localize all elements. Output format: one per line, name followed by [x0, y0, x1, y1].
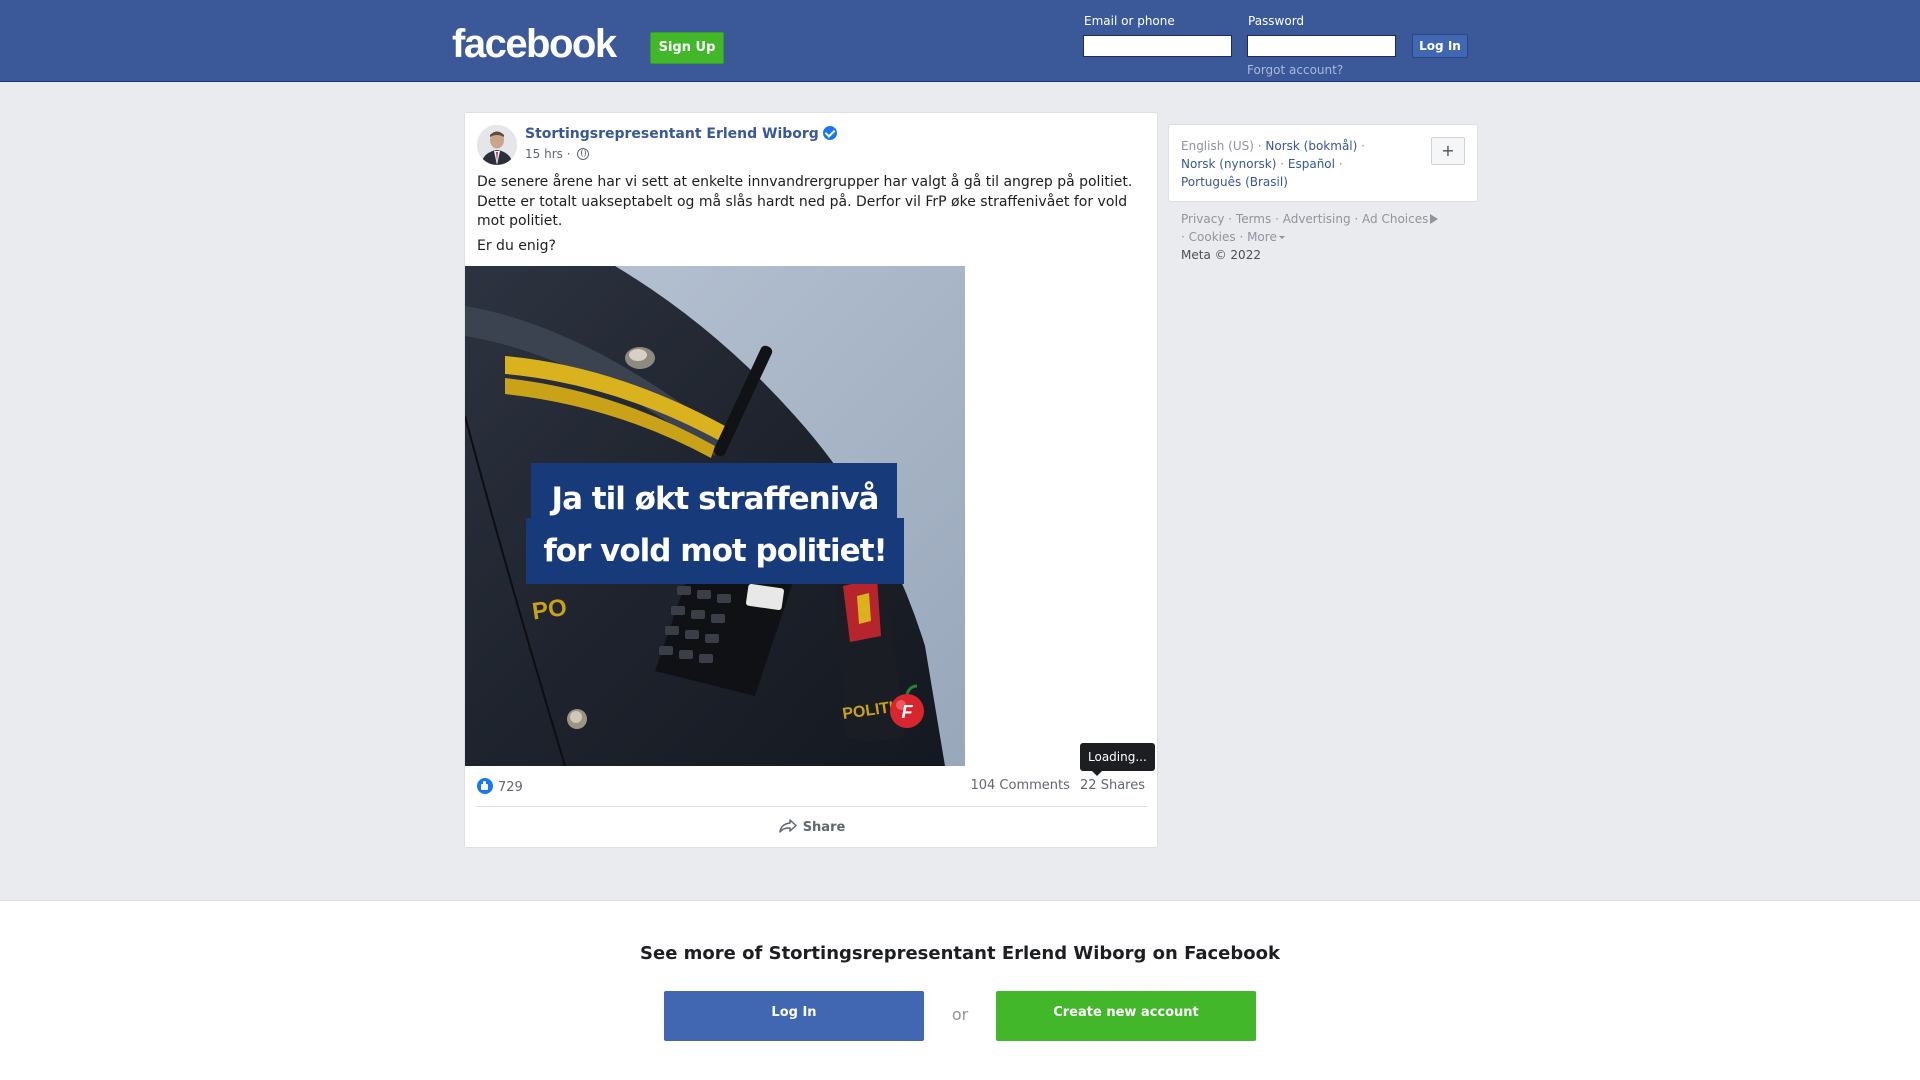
- post-paragraph: Er du enig?: [477, 237, 556, 254]
- loading-tooltip: Loading...: [1080, 743, 1155, 776]
- reaction-count[interactable]: 729: [498, 780, 523, 795]
- current-language: English (US): [1181, 139, 1254, 153]
- forgot-account-link[interactable]: Forgot account?: [1247, 63, 1343, 77]
- verified-badge-icon: [822, 126, 837, 140]
- comments-count[interactable]: 104 Comments: [970, 778, 1069, 793]
- post-image[interactable]: PO POLITI Ja til økt straffenivå for vol…: [465, 266, 965, 766]
- like-reaction-icon: [477, 778, 493, 794]
- footer-link-cookies[interactable]: Cookies: [1189, 230, 1236, 244]
- facebook-logo[interactable]: facebook: [452, 22, 617, 67]
- caret-down-icon: [1278, 236, 1285, 239]
- footer-link-advertising[interactable]: Advertising: [1283, 212, 1351, 226]
- banner-or-text: or: [951, 1005, 969, 1024]
- login-prompt-banner: See more of Stortingsrepresentant Erlend…: [0, 900, 1920, 1080]
- meta-separator: ·: [566, 147, 571, 161]
- share-button[interactable]: Share: [465, 813, 1159, 843]
- shares-count[interactable]: 22 Shares: [1080, 778, 1145, 793]
- share-label: Share: [802, 820, 846, 835]
- language-list: English (US) · Norsk (bokmål) · Norsk (n…: [1181, 139, 1365, 189]
- footer-link-privacy[interactable]: Privacy: [1181, 212, 1224, 226]
- language-selector: English (US) · Norsk (bokmål) · Norsk (n…: [1168, 124, 1478, 202]
- action-divider: [477, 806, 1147, 807]
- post-timestamp[interactable]: 15 hrs: [525, 147, 563, 161]
- author-name-link[interactable]: Stortingsrepresentant Erlend Wiborg: [525, 126, 837, 142]
- post-card: Stortingsrepresentant Erlend Wiborg 15 h…: [464, 112, 1158, 848]
- language-link-norsk-bokmal[interactable]: Norsk (bokmål): [1265, 139, 1357, 153]
- footer-links: Privacy · Terms · Advertising · Ad Choic…: [1181, 210, 1481, 264]
- sign-up-button[interactable]: Sign Up: [650, 32, 724, 64]
- create-new-account-button[interactable]: Create new account: [996, 991, 1256, 1041]
- header-log-in-button[interactable]: Log In: [1412, 34, 1468, 58]
- image-headline-line1: Ja til økt straffenivå: [550, 481, 879, 517]
- copyright: Meta © 2022: [1181, 248, 1261, 262]
- footer-link-ad-choices[interactable]: Ad Choices: [1362, 212, 1439, 226]
- image-headline-line2: for vold mot politiet!: [543, 533, 886, 569]
- language-link-norsk-nynorsk[interactable]: Norsk (nynorsk): [1181, 157, 1276, 171]
- reaction-summary[interactable]: 729: [477, 778, 523, 795]
- top-navigation-bar: facebook Sign Up Email or phone Password…: [0, 0, 1920, 82]
- globe-icon: [577, 148, 590, 160]
- more-languages-button[interactable]: +: [1431, 137, 1465, 165]
- language-link-espanol[interactable]: Español: [1288, 157, 1335, 171]
- share-icon: [778, 819, 797, 833]
- password-input[interactable]: [1247, 35, 1396, 57]
- author-avatar[interactable]: [477, 125, 517, 165]
- post-meta: 15 hrs ·: [525, 147, 590, 161]
- ad-choices-icon: [1430, 214, 1439, 224]
- language-link-portugues-brasil[interactable]: Português (Brasil): [1181, 175, 1288, 189]
- footer-link-more[interactable]: More: [1247, 230, 1285, 244]
- party-logo-letter: F: [902, 702, 914, 722]
- email-input[interactable]: [1083, 35, 1232, 57]
- author-name[interactable]: Stortingsrepresentant Erlend Wiborg: [525, 126, 819, 142]
- engagement-counts: 104 Comments 22 Shares: [970, 778, 1145, 793]
- more-label[interactable]: More: [1247, 230, 1277, 244]
- footer-link-terms[interactable]: Terms: [1236, 212, 1271, 226]
- email-label: Email or phone: [1084, 14, 1175, 28]
- ad-choices-label[interactable]: Ad Choices: [1362, 212, 1428, 226]
- banner-title: See more of Stortingsrepresentant Erlend…: [640, 943, 1280, 964]
- post-text: De senere årene har vi sett at enkelte i…: [477, 173, 1147, 261]
- password-label: Password: [1248, 14, 1305, 28]
- banner-log-in-button[interactable]: Log In: [664, 991, 924, 1041]
- post-paragraph: De senere årene har vi sett at enkelte i…: [477, 174, 1133, 229]
- jacket-sleeve-text: PO: [530, 594, 568, 626]
